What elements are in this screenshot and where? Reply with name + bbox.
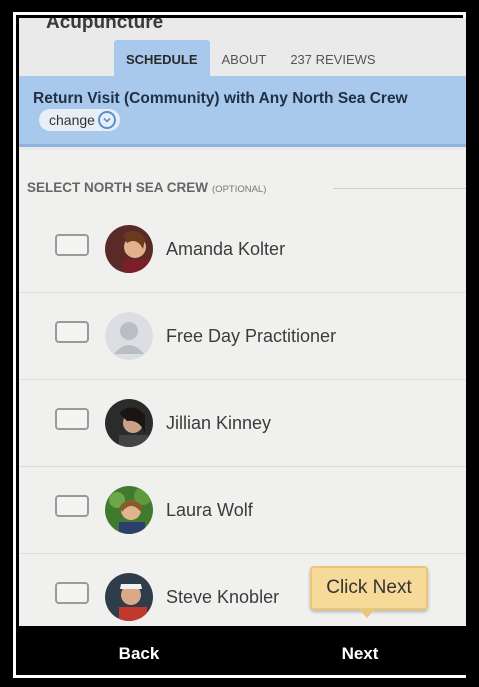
avatar — [105, 486, 153, 534]
chevron-down-icon — [97, 111, 116, 129]
optional-qualifier: (OPTIONAL) — [212, 184, 267, 195]
photo-frame: Acupuncture SCHEDULE ABOUT 237 REVIEWS R… — [0, 0, 479, 687]
person-name: Free Day Practitioner — [166, 326, 337, 346]
visit-type-bar: Return Visit (Community) with Any North … — [19, 76, 466, 147]
avatar — [105, 399, 153, 447]
list-item[interactable]: Amanda Kolter — [19, 206, 466, 293]
visit-description: Return Visit (Community) with Any North … — [33, 90, 408, 107]
avatar — [105, 225, 153, 273]
avatar — [105, 573, 153, 621]
select-checkbox[interactable] — [55, 495, 89, 517]
select-checkbox[interactable] — [55, 408, 89, 430]
select-checkbox[interactable] — [55, 582, 89, 604]
tab-about[interactable]: ABOUT — [210, 40, 279, 78]
bottom-nav-bar: Back Next — [19, 626, 466, 675]
next-button[interactable]: Next — [300, 626, 420, 675]
person-name: Amanda Kolter — [166, 239, 286, 259]
section-divider — [333, 188, 466, 189]
phone-screen: Acupuncture SCHEDULE ABOUT 237 REVIEWS R… — [19, 18, 466, 675]
list-item[interactable]: Jillian Kinney — [19, 380, 466, 467]
list-item[interactable]: Laura Wolf — [19, 467, 466, 554]
back-button[interactable]: Back — [79, 626, 199, 675]
change-button[interactable]: change — [39, 109, 120, 131]
person-name: Jillian Kinney — [166, 413, 272, 433]
section-label: SELECT NORTH SEA CREW (OPTIONAL) — [27, 180, 267, 195]
select-checkbox[interactable] — [55, 234, 89, 256]
tooltip-text: Click Next — [326, 577, 412, 598]
crew-section-header: SELECT NORTH SEA CREW (OPTIONAL) — [19, 180, 466, 204]
placeholder-person-icon — [105, 312, 153, 360]
list-item[interactable]: Free Day Practitioner — [19, 293, 466, 380]
person-name: Steve Knobler — [166, 587, 280, 607]
tab-reviews[interactable]: 237 REVIEWS — [278, 40, 387, 78]
person-name: Laura Wolf — [166, 500, 253, 520]
select-checkbox[interactable] — [55, 321, 89, 343]
header: Acupuncture SCHEDULE ABOUT 237 REVIEWS R… — [19, 18, 466, 150]
visit-type-text: Return Visit (Community) with Any North … — [33, 89, 453, 131]
tab-bar: SCHEDULE ABOUT 237 REVIEWS — [114, 40, 388, 78]
click-next-tooltip: Click Next — [310, 566, 428, 618]
tab-schedule[interactable]: SCHEDULE — [114, 40, 210, 78]
page-title: Acupuncture — [46, 18, 164, 33]
change-label: change — [49, 112, 95, 128]
